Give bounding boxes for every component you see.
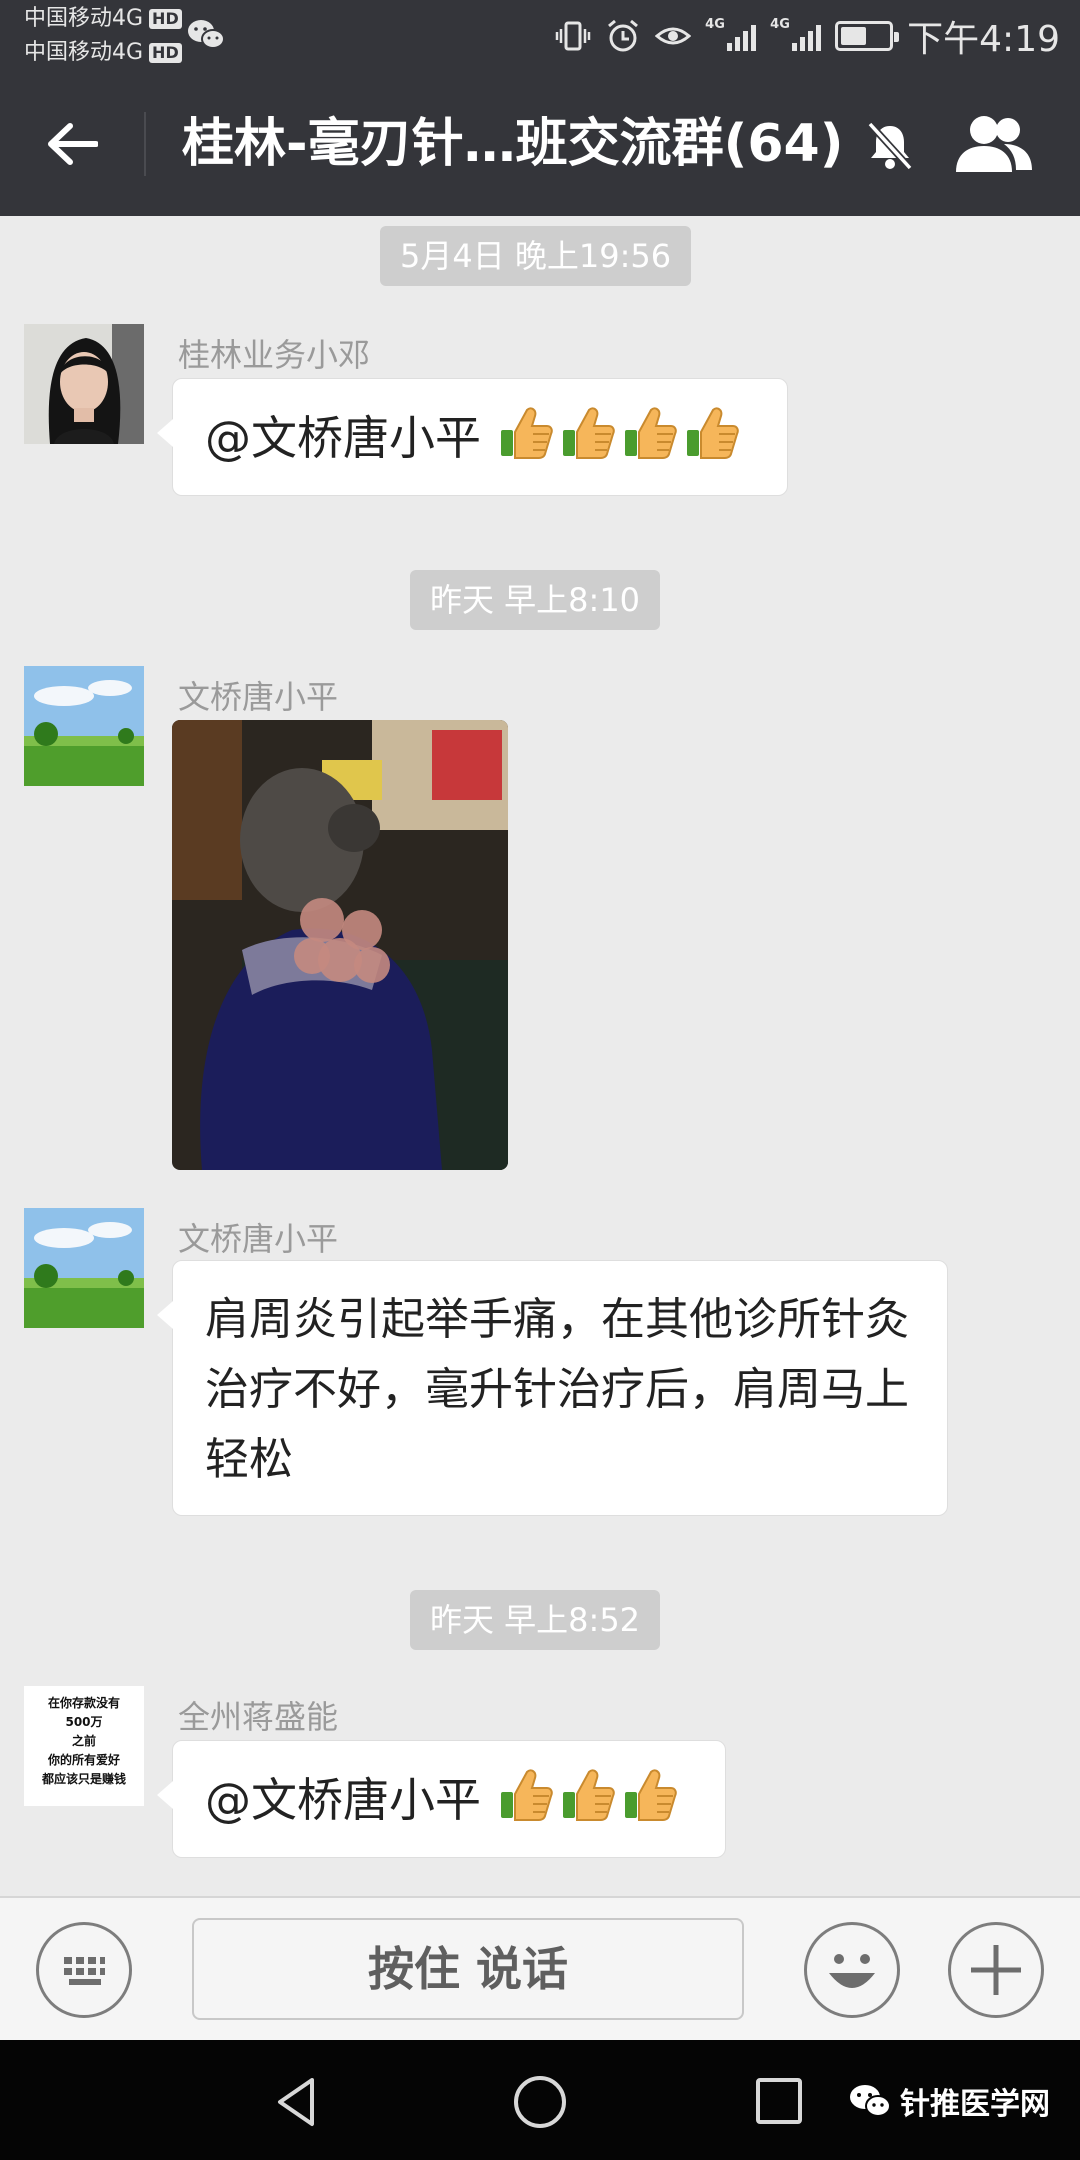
avatar-caption-line: 你的所有爱好 (47, 1753, 120, 1767)
thumbs-up-emoji-icon (623, 404, 677, 479)
timestamp-1: 5月4日 晚上19:56 (380, 226, 692, 286)
smiley-icon (829, 1954, 875, 1988)
avatar-caption-line: 之前 (71, 1734, 96, 1748)
network-1-label: 4G (705, 17, 725, 32)
message-text-3: 肩周炎引起举手痛，在其他诊所针灸治疗不好，毫升针治疗后，肩周马上轻松 (205, 1294, 909, 1485)
emoji-row-4 (499, 1766, 677, 1841)
thumbs-up-emoji-icon (685, 404, 739, 479)
avatar-sender-3[interactable] (24, 1208, 144, 1328)
hd-badge-2: HD (149, 43, 182, 63)
eye-icon (655, 27, 692, 45)
thumbs-up-emoji-icon (499, 1766, 553, 1841)
wechat-logo-icon (850, 2085, 891, 2117)
thumbs-up-emoji-icon (623, 1766, 677, 1841)
network-2-label: 4G (770, 17, 790, 32)
chat-header: 桂林-毫刃针…班交流群(64) (0, 72, 1080, 216)
message-bubble-4[interactable]: @文桥唐小平 (157, 1740, 726, 1858)
shared-photo[interactable] (172, 720, 508, 1170)
clock: 下午4:19 (907, 19, 1060, 60)
wechat-icon (188, 20, 225, 49)
timestamp-2: 昨天 早上8:10 (410, 570, 661, 630)
back-arrow-icon (48, 123, 98, 165)
sender-name-3: 文桥唐小平 (178, 1220, 339, 1258)
message-bubble-1[interactable]: @文桥唐小平 (157, 378, 788, 496)
emoji-row-1 (499, 404, 739, 479)
hold-to-talk-button[interactable]: 按住 说话 (192, 1918, 744, 2020)
signal-icon-1: 4G (705, 17, 757, 51)
thumbs-up-emoji-icon (499, 404, 553, 479)
emoji-button[interactable] (804, 1922, 900, 2018)
header-divider (144, 112, 146, 176)
chat-title: 桂林-毫刃针…班交流群(64) (182, 114, 842, 174)
thumbs-up-emoji-icon (561, 404, 615, 479)
hd-badge: HD (149, 9, 182, 29)
nav-home-icon[interactable] (510, 2072, 570, 2132)
nav-back-icon[interactable] (270, 2074, 326, 2130)
more-options-button[interactable] (948, 1922, 1044, 2018)
thumbs-up-emoji-icon (561, 1766, 615, 1841)
avatar-caption-line: 500万 (65, 1715, 103, 1729)
landscape-avatar (24, 666, 144, 786)
watermark: 针推医学网 (848, 2076, 1050, 2126)
sender-name-2: 文桥唐小平 (178, 678, 339, 716)
group-members-icon[interactable] (952, 110, 1036, 178)
keyboard-toggle-button[interactable] (36, 1922, 132, 2018)
avatar-caption-line: 都应该只是赚钱 (41, 1772, 126, 1786)
status-icons: 4G 4G 下午4:19 (555, 0, 1060, 72)
mute-bell-icon[interactable] (858, 114, 922, 178)
avatar-caption: 在你存款没有 500万之前你的所有爱好 都应该只是赚钱 (24, 1694, 144, 1789)
avatar-sender-2[interactable] (24, 666, 144, 786)
carrier-2-label: 中国移动4G (24, 40, 144, 65)
avatar-sender-4[interactable]: 在你存款没有 500万之前你的所有爱好 都应该只是赚钱 (24, 1686, 144, 1806)
alarm-icon (608, 19, 639, 52)
system-nav-bar: 针推医学网 (0, 2040, 1080, 2160)
carrier-1: 中国移动4G HD (24, 6, 182, 32)
cupping-therapy-photo (172, 720, 508, 1170)
avatar-caption-line: 在你存款没有 (47, 1696, 120, 1710)
landscape-avatar-2 (24, 1208, 144, 1328)
avatar-sender-1[interactable] (24, 324, 144, 444)
signal-icon-2: 4G (770, 17, 822, 51)
nav-recent-apps-icon[interactable] (752, 2074, 806, 2128)
watermark-label: 针推医学网 (900, 2087, 1050, 2122)
sender-name-4: 全州蒋盛能 (178, 1698, 339, 1736)
sender-name-1: 桂林业务小邓 (178, 336, 371, 374)
message-bubble-3[interactable]: 肩周炎引起举手痛，在其他诊所针灸治疗不好，毫升针治疗后，肩周马上轻松 (157, 1260, 948, 1516)
keyboard-icon (64, 1957, 105, 1985)
message-text-1: @文桥唐小平 (205, 411, 481, 465)
input-bar: 按住 说话 (0, 1896, 1080, 2040)
message-list[interactable]: 5月4日 晚上19:56 桂林业务小邓 @文桥唐小平 昨天 早上8:10 文桥唐… (0, 216, 1080, 1896)
battery-icon (835, 21, 900, 51)
woman-portrait-avatar (24, 324, 144, 444)
back-button[interactable] (36, 112, 108, 176)
vibrate-icon (555, 21, 591, 51)
carrier-2: 中国移动4G HD (24, 40, 182, 66)
plus-icon (971, 1945, 1021, 1995)
carrier-1-label: 中国移动4G (24, 6, 144, 31)
status-bar: 中国移动4G HD 中国移动4G HD 4G 4G 下午4:19 (0, 0, 1080, 72)
message-text-4: @文桥唐小平 (205, 1773, 481, 1827)
timestamp-3: 昨天 早上8:52 (410, 1590, 661, 1650)
battery-fill (841, 27, 867, 45)
